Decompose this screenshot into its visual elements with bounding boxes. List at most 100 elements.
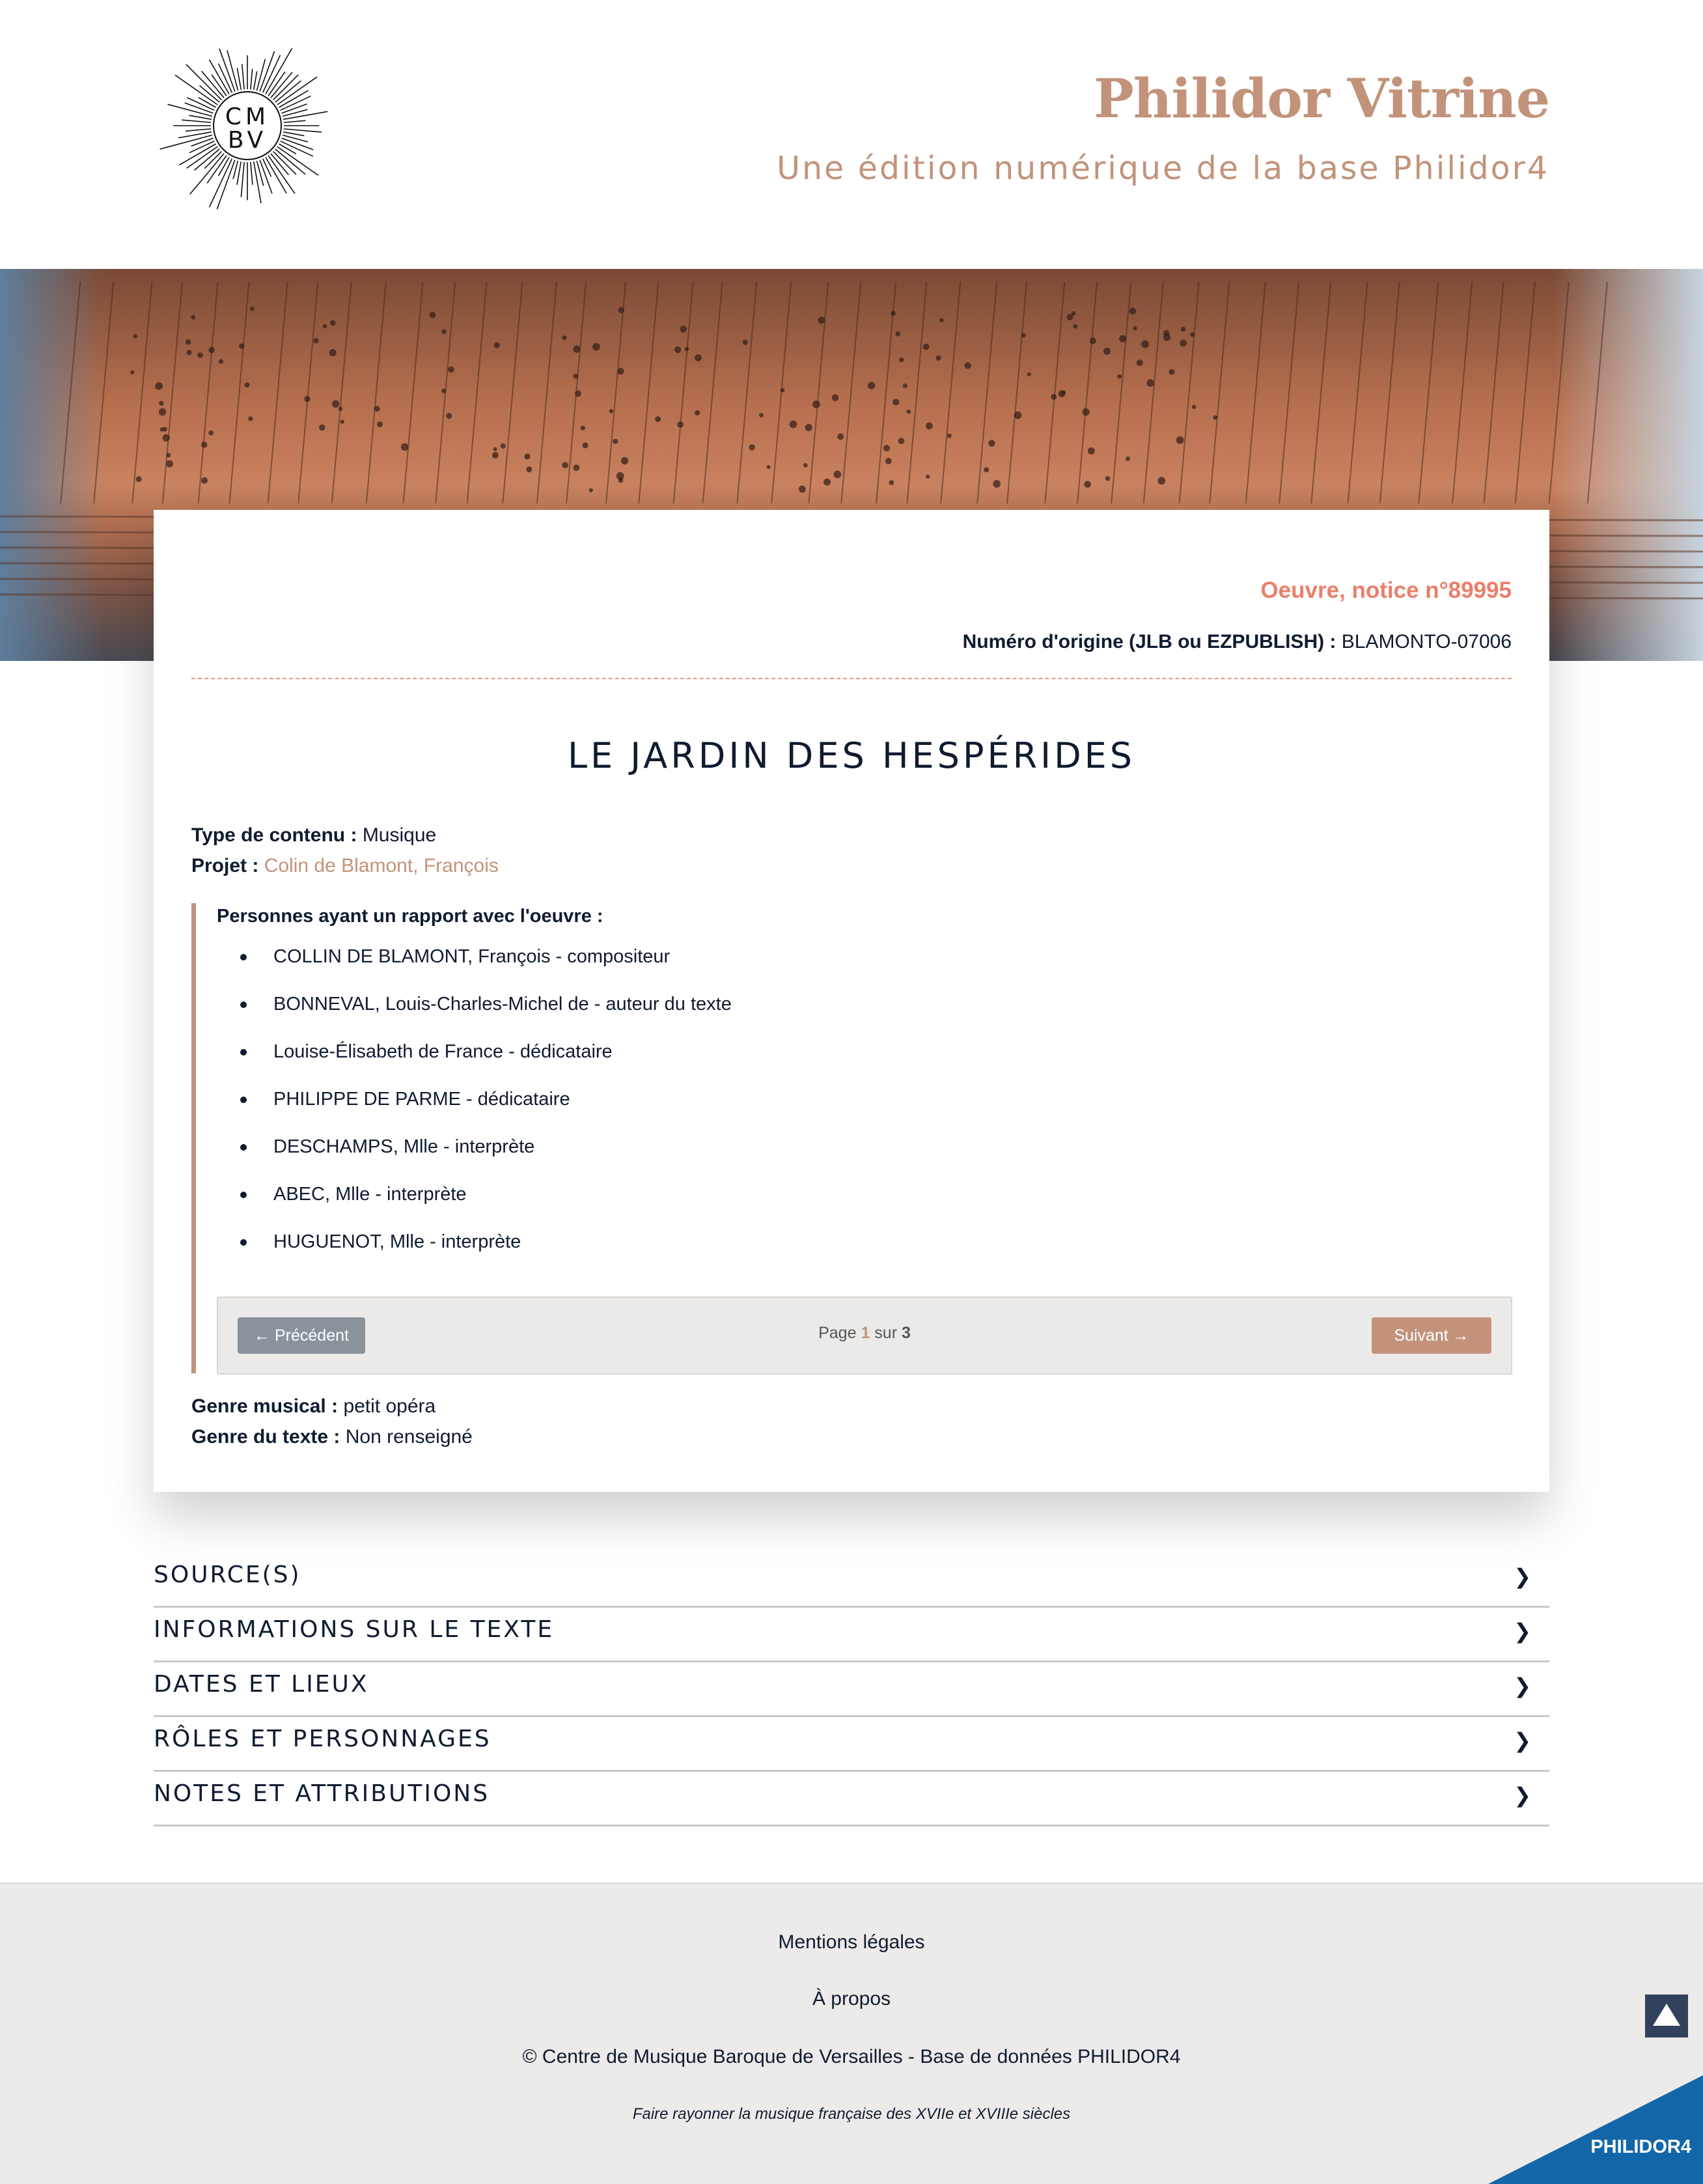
- staff-line: [536, 281, 557, 504]
- person-text: ABEC, Mlle - interprète: [273, 1184, 467, 1205]
- staff-line: [267, 281, 288, 504]
- note-head: [155, 382, 163, 390]
- person-item[interactable]: Louise-Élisabeth de France - dédicataire: [217, 1040, 732, 1087]
- note-head: [1157, 477, 1166, 485]
- note-head: [906, 409, 911, 414]
- next-page-button[interactable]: Suivant →: [1372, 1317, 1491, 1354]
- note-head: [1051, 394, 1057, 400]
- persons-pagination: ← Précédent Page 1 sur 3 Suivant →: [217, 1296, 1512, 1375]
- staff-line: [1111, 281, 1132, 504]
- note-head: [330, 320, 336, 326]
- note-head: [947, 433, 952, 438]
- note-head: [429, 311, 436, 318]
- note-head: [867, 382, 876, 389]
- accordion-text-info[interactable]: INFORMATIONS SUR LE TEXTE ❯: [154, 1606, 1549, 1662]
- cmbv-logo[interactable]: CM BV: [151, 38, 344, 214]
- staff-line: [132, 281, 153, 504]
- staff-line: [1077, 281, 1098, 504]
- accordion-sources[interactable]: SOURCE(S) ❯: [154, 1551, 1549, 1608]
- person-item[interactable]: DESCHAMPS, Mlle - interprète: [217, 1135, 732, 1183]
- logo-ray: [273, 151, 297, 175]
- note-head: [575, 390, 581, 397]
- staff-line: [672, 281, 694, 504]
- note-head: [524, 453, 531, 460]
- bullet-icon: [240, 1239, 247, 1246]
- note-head: [617, 367, 624, 375]
- total-pages: 3: [901, 1324, 911, 1342]
- accordion-label: INFORMATIONS SUR LE TEXTE: [154, 1616, 555, 1643]
- note-head: [1105, 476, 1111, 481]
- note-head: [493, 342, 500, 348]
- note-head: [677, 421, 684, 428]
- note-head: [902, 383, 907, 388]
- note-head: [695, 354, 702, 361]
- person-item[interactable]: BONNEVAL, Louis-Charles-Michel de - aute…: [217, 992, 732, 1040]
- note-head: [573, 464, 580, 471]
- about-link[interactable]: À propos: [0, 1988, 1703, 2010]
- accordion-label: NOTES ET ATTRIBUTIONS: [154, 1780, 490, 1807]
- note-head: [964, 362, 971, 369]
- note-head: [500, 443, 506, 449]
- project-field: Projet : Colin de Blamont, François: [191, 855, 499, 877]
- note-head: [562, 335, 567, 341]
- person-item[interactable]: ABEC, Mlle - interprète: [217, 1183, 732, 1230]
- note-head: [319, 424, 325, 431]
- note-head: [162, 434, 170, 442]
- note-head: [580, 425, 585, 430]
- logo-ray: [273, 74, 299, 100]
- staff-line: [840, 281, 862, 504]
- staff-line: [1548, 281, 1570, 504]
- staff-line: [638, 281, 659, 504]
- note-head: [377, 421, 383, 427]
- logo-ray: [253, 71, 258, 90]
- staff-line: [808, 281, 829, 504]
- note-head: [248, 416, 253, 421]
- note-head: [133, 334, 137, 339]
- staff-line: [1483, 281, 1504, 504]
- staff-line: [502, 281, 523, 504]
- staff-line: [940, 281, 962, 504]
- accordion-roles[interactable]: RÔLES ET PERSONNAGES ❯: [154, 1715, 1549, 1772]
- content-type-value: Musique: [362, 824, 437, 846]
- page-indicator: Page 1 sur 3: [218, 1324, 1511, 1343]
- philidor4-badge[interactable]: PHILIDOR4: [1488, 2075, 1703, 2184]
- logo-line-1: CM: [225, 104, 270, 130]
- staff-line: [1379, 281, 1400, 504]
- staff-line: [1245, 281, 1266, 504]
- note-head: [208, 430, 214, 436]
- back-to-top-button[interactable]: [1645, 1995, 1688, 2037]
- staff-line: [161, 281, 183, 504]
- staff-line: [1006, 281, 1028, 504]
- note-head: [158, 408, 167, 416]
- bullet-icon: [240, 1192, 247, 1198]
- site-title[interactable]: Philidor Vitrine: [1094, 68, 1550, 130]
- bullet-icon: [240, 1001, 247, 1008]
- note-head: [926, 474, 930, 479]
- note-head: [1117, 374, 1122, 379]
- note-head: [780, 387, 785, 393]
- staff-line: [1178, 281, 1200, 504]
- note-head: [1141, 340, 1149, 348]
- staff-line: [736, 281, 758, 504]
- legal-notice-link[interactable]: Mentions légales: [0, 1931, 1703, 1953]
- person-item[interactable]: PHILIPPE DE PARME - dédicataire: [217, 1087, 732, 1135]
- note-head: [446, 413, 452, 419]
- note-head: [1119, 335, 1127, 343]
- staff-line: [1209, 281, 1230, 504]
- person-item[interactable]: COLLIN DE BLAMONT, François - compositeu…: [217, 945, 732, 992]
- note-head: [191, 315, 196, 320]
- note-head: [742, 339, 748, 345]
- person-item[interactable]: HUGUENOT, Mlle - interprète: [217, 1230, 732, 1278]
- project-link[interactable]: Colin de Blamont, François: [264, 855, 499, 876]
- note-head: [620, 456, 629, 465]
- note-head: [573, 373, 579, 379]
- staff-line: [1586, 281, 1608, 504]
- note-head: [441, 329, 447, 335]
- accordion-label: RÔLES ET PERSONNAGES: [154, 1726, 492, 1752]
- note-head: [130, 370, 135, 374]
- accordion-dates-places[interactable]: DATES ET LIEUX ❯: [154, 1660, 1549, 1717]
- note-head: [805, 424, 812, 432]
- persons-list: COLLIN DE BLAMONT, François - compositeu…: [217, 945, 732, 1278]
- person-text: DESCHAMPS, Mlle - interprète: [273, 1136, 535, 1157]
- accordion-notes[interactable]: NOTES ET ATTRIBUTIONS ❯: [154, 1770, 1549, 1827]
